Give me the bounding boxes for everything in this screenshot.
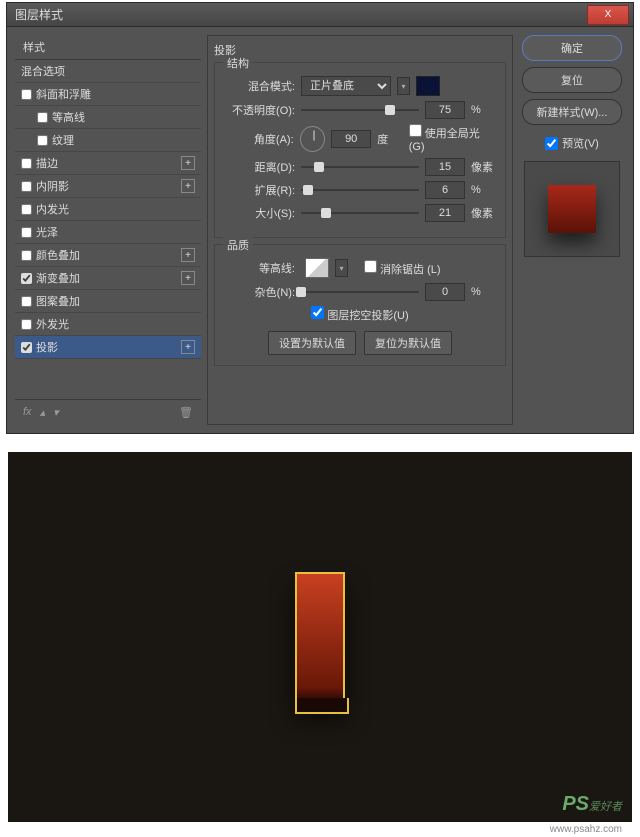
- canvas-preview: PS爱好者: [8, 452, 632, 822]
- style-row-7[interactable]: 颜色叠加+: [15, 244, 201, 267]
- style-row-6[interactable]: 光泽: [15, 221, 201, 244]
- style-row-4[interactable]: 内阴影+: [15, 175, 201, 198]
- chevron-down-icon[interactable]: ▾: [397, 77, 410, 95]
- blend-mode-select[interactable]: 正片叠底: [301, 76, 391, 96]
- styles-header: 样式: [15, 35, 201, 60]
- distance-slider[interactable]: [301, 166, 419, 168]
- close-button[interactable]: X: [587, 5, 629, 25]
- opacity-slider[interactable]: [301, 109, 419, 111]
- preview-checkbox[interactable]: 预览(V): [545, 135, 599, 151]
- size-input[interactable]: [425, 204, 465, 222]
- plus-icon[interactable]: +: [181, 271, 195, 285]
- make-default-button[interactable]: 设置为默认值: [268, 331, 356, 355]
- plus-icon[interactable]: +: [181, 248, 195, 262]
- style-row-10[interactable]: 外发光: [15, 313, 201, 336]
- styles-footer: fx ▴ ▾ 🗑: [15, 399, 201, 425]
- style-row-5[interactable]: 内发光: [15, 198, 201, 221]
- knockout-checkbox[interactable]: 图层挖空投影(U): [311, 306, 408, 323]
- distance-input[interactable]: [425, 158, 465, 176]
- watermark: PS爱好者: [562, 793, 622, 816]
- ok-button[interactable]: 确定: [522, 35, 622, 61]
- spread-input[interactable]: [425, 181, 465, 199]
- noise-input[interactable]: [425, 283, 465, 301]
- style-row-2[interactable]: 纹理: [15, 129, 201, 152]
- dialog-title: 图层样式: [15, 6, 63, 23]
- style-row-11[interactable]: 投影+: [15, 336, 201, 359]
- shadow-color-swatch[interactable]: [416, 76, 440, 96]
- angle-dial[interactable]: [300, 126, 326, 152]
- opacity-input[interactable]: [425, 101, 465, 119]
- canvas-shape: [295, 572, 345, 702]
- contour-picker[interactable]: [305, 258, 329, 278]
- reset-default-button[interactable]: 复位为默认值: [364, 331, 452, 355]
- titlebar: 图层样式 X: [7, 3, 633, 27]
- style-row-0[interactable]: 斜面和浮雕: [15, 83, 201, 106]
- quality-fieldset: 品质 等高线: ▾ 消除锯齿 (L) 杂色(N): % 图层挖空投影(U): [214, 244, 506, 366]
- trash-icon[interactable]: 🗑: [179, 406, 193, 419]
- style-row-8[interactable]: 渐变叠加+: [15, 267, 201, 290]
- plus-icon[interactable]: +: [181, 156, 195, 170]
- settings-panel: 投影 结构 混合模式: 正片叠底 ▾ 不透明度(O): % 角度(A):: [207, 35, 513, 425]
- dialog-body: 样式 混合选项 斜面和浮雕等高线纹理描边+内阴影+内发光光泽颜色叠加+渐变叠加+…: [7, 27, 633, 433]
- global-light-checkbox[interactable]: 使用全局光 (G): [409, 124, 497, 153]
- fx-icon[interactable]: fx: [23, 406, 32, 419]
- chevron-down-icon[interactable]: ▾: [335, 259, 348, 277]
- antialias-checkbox[interactable]: 消除锯齿 (L): [364, 260, 441, 277]
- blend-mode-label: 混合模式:: [223, 78, 295, 94]
- layer-style-dialog: 图层样式 X 样式 混合选项 斜面和浮雕等高线纹理描边+内阴影+内发光光泽颜色叠…: [6, 2, 634, 434]
- structure-fieldset: 结构 混合模式: 正片叠底 ▾ 不透明度(O): % 角度(A):: [214, 62, 506, 238]
- blend-options-row[interactable]: 混合选项: [15, 60, 201, 83]
- preview-box: [524, 161, 620, 257]
- noise-slider[interactable]: [301, 291, 419, 293]
- down-icon[interactable]: ▾: [53, 406, 59, 419]
- plus-icon[interactable]: +: [181, 179, 195, 193]
- size-slider[interactable]: [301, 212, 419, 214]
- style-row-9[interactable]: 图案叠加: [15, 290, 201, 313]
- preview-swatch: [548, 185, 596, 233]
- spread-slider[interactable]: [301, 189, 419, 191]
- watermark-url: www.psahz.com: [8, 822, 632, 837]
- up-icon[interactable]: ▴: [40, 406, 46, 419]
- new-style-button[interactable]: 新建样式(W)...: [522, 99, 622, 125]
- section-title: 投影: [214, 42, 506, 58]
- cancel-button[interactable]: 复位: [522, 67, 622, 93]
- style-row-3[interactable]: 描边+: [15, 152, 201, 175]
- styles-list-panel: 样式 混合选项 斜面和浮雕等高线纹理描边+内阴影+内发光光泽颜色叠加+渐变叠加+…: [15, 35, 201, 425]
- style-row-1[interactable]: 等高线: [15, 106, 201, 129]
- action-panel: 确定 复位 新建样式(W)... 预览(V): [519, 35, 625, 425]
- plus-icon[interactable]: +: [181, 340, 195, 354]
- angle-input[interactable]: [331, 130, 371, 148]
